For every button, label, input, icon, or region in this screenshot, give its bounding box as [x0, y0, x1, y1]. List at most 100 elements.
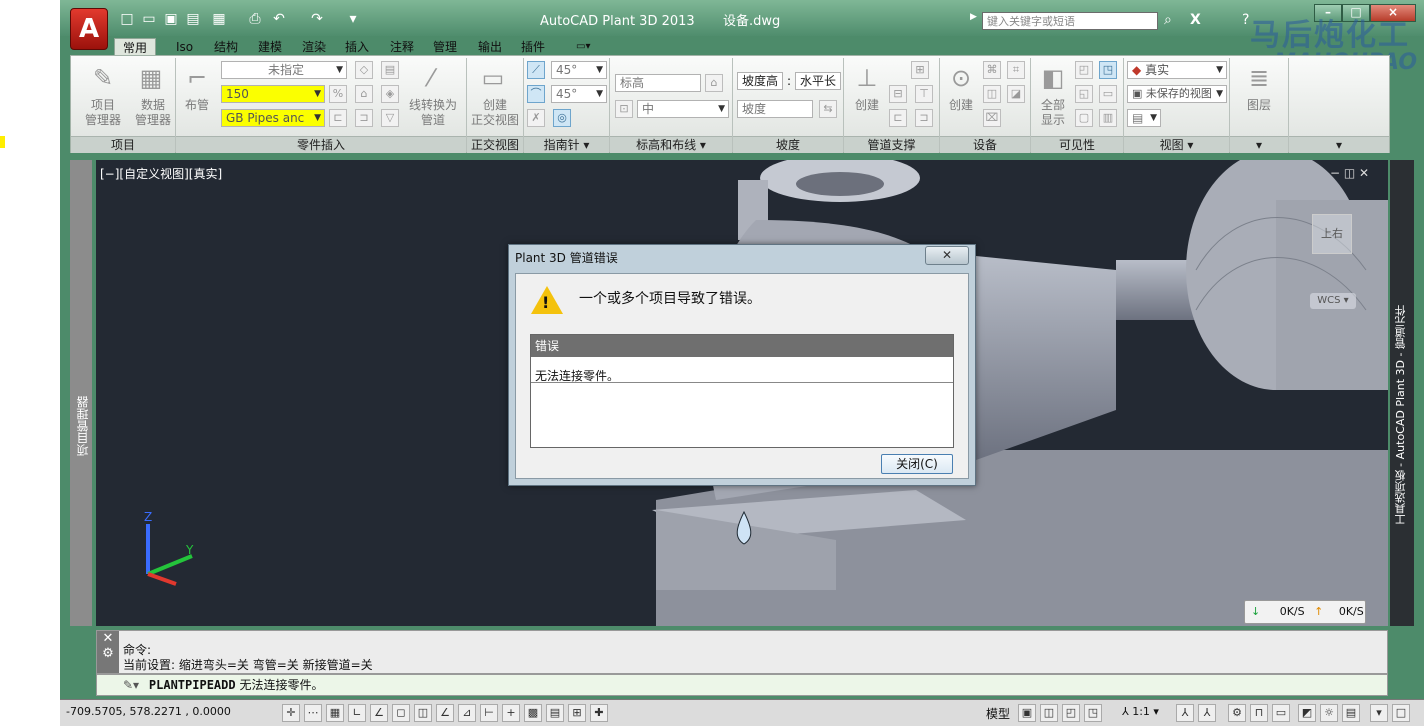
model-space-label[interactable]: 模型 [986, 705, 1010, 722]
saved-view-dropdown[interactable]: ▣ 未保存的视图 ▼ [1127, 85, 1227, 103]
viewport-label[interactable]: [−][自定义视图][真实] [100, 165, 222, 182]
support-icon-2[interactable]: ⊟ [889, 85, 907, 103]
annotation-scale[interactable]: ⅄ 1:1 ▾ [1122, 705, 1159, 718]
data-manager-button[interactable]: 数据 管理器 [127, 98, 179, 128]
visibility-icon-2[interactable]: ◳ [1099, 61, 1117, 79]
elevation-input[interactable]: 标高 [615, 74, 701, 92]
equipment-icon[interactable]: ⊙ [945, 62, 977, 94]
part-icon-8[interactable]: ▽ [381, 109, 399, 127]
compass-icon[interactable]: ⟋ [527, 61, 545, 79]
visibility-icon-4[interactable]: ▭ [1099, 85, 1117, 103]
binoculars-icon[interactable]: ⌕ [1164, 12, 1172, 28]
visibility-icon-5[interactable]: ▢ [1075, 109, 1093, 127]
pipe-spec-dropdown[interactable]: GB Pipes anc ▼ [221, 109, 325, 127]
tab-structure[interactable]: 结构 [214, 38, 238, 56]
redo-icon[interactable]: ↷ [308, 10, 326, 28]
create-support-button[interactable]: 创建 [847, 98, 887, 113]
customize-qat-icon[interactable]: ▾ [344, 10, 362, 28]
pipe-support-icon[interactable]: ⊥ [851, 62, 883, 94]
save-as-icon[interactable]: ▤ [184, 10, 202, 28]
ortho-view-icon[interactable]: ▭ [477, 62, 509, 94]
visibility-icon-3[interactable]: ◱ [1075, 85, 1093, 103]
support-icon-1[interactable]: ⊞ [911, 61, 929, 79]
equipment-icon-5[interactable]: ⌧ [983, 109, 1001, 127]
panel-title-layers[interactable]: ▾ [1230, 136, 1288, 153]
project-manager-icon[interactable]: ✎ [87, 62, 119, 94]
viewport-controls[interactable]: − ◫ ✕ [1330, 166, 1369, 180]
command-input[interactable]: ✎▾ PLANTPIPEADD 无法连接零件。 [96, 674, 1388, 696]
create-equipment-button[interactable]: 创建 [941, 98, 981, 113]
tab-render[interactable]: 渲染 [302, 38, 326, 56]
route-pipe-icon[interactable]: ⌐ [181, 62, 213, 94]
wcs-menu[interactable]: WCS ▾ [1310, 293, 1356, 309]
create-ortho-button[interactable]: 创建 正交视图 [467, 98, 523, 128]
coordinates-readout[interactable]: -709.5705, 578.2271 , 0.0000 [66, 705, 231, 718]
viewcube[interactable]: 上右 [1312, 214, 1352, 254]
spec-dropdown[interactable]: 未指定 ▼ [221, 61, 347, 79]
annotation-visibility-icon[interactable]: ⅄ [1176, 704, 1194, 722]
status-tray-icon[interactable]: ▤ [1342, 704, 1360, 722]
slope-run-button[interactable]: 水平长 [795, 72, 841, 90]
layers-icon[interactable]: ≣ [1243, 62, 1275, 94]
equipment-icon-3[interactable]: ◫ [983, 85, 1001, 103]
compass-angle-1[interactable]: 45° ▼ [551, 61, 607, 79]
project-manager-button[interactable]: 项目 管理器 [77, 98, 129, 128]
print-icon[interactable]: ⎙ [246, 10, 264, 28]
route-pipe-button[interactable]: 布管 [179, 98, 215, 113]
show-all-icon[interactable]: ◧ [1037, 62, 1069, 94]
layout-icon-2[interactable]: ◫ [1040, 704, 1058, 722]
status-menu-icon[interactable]: ▾ [1370, 704, 1388, 722]
annotation-monitor-icon[interactable]: ✚ [590, 704, 608, 722]
justification-dropdown[interactable]: 中 ▼ [637, 100, 729, 118]
new-icon[interactable]: □ [118, 10, 136, 28]
support-icon-5[interactable]: ⊐ [915, 109, 933, 127]
panel-title-views[interactable]: 视图 ▾ [1124, 136, 1229, 153]
snap-icon[interactable]: ⋯ [304, 704, 322, 722]
grid-icon[interactable]: ▦ [326, 704, 344, 722]
search-input[interactable]: 键入关键字或短语 [982, 12, 1158, 30]
ortho-icon[interactable]: ∟ [348, 704, 366, 722]
support-icon-3[interactable]: ⊤ [915, 85, 933, 103]
layout-icon-1[interactable]: ▣ [1018, 704, 1036, 722]
osnap-icon[interactable]: ◻ [392, 704, 410, 722]
tab-output[interactable]: 输出 [478, 38, 502, 56]
line-to-pipe-button[interactable]: 线转换为 管道 [405, 98, 461, 128]
part-icon-1[interactable]: % [329, 85, 347, 103]
auto-scale-icon[interactable]: ⅄ [1198, 704, 1216, 722]
selection-cycling-icon[interactable]: ⊞ [568, 704, 586, 722]
plot-preview-icon[interactable]: ▦ [210, 10, 228, 28]
open-icon[interactable]: ▭ [140, 10, 158, 28]
dyn-icon[interactable]: ⊢ [480, 704, 498, 722]
line-to-pipe-icon[interactable]: ⁄ [415, 62, 447, 94]
lineweight-icon[interactable]: + [502, 704, 520, 722]
visibility-icon-1[interactable]: ◰ [1075, 61, 1093, 79]
isolate-icon[interactable]: ◩ [1298, 704, 1316, 722]
clean-screen-icon[interactable]: □ [1392, 704, 1410, 722]
equipment-icon-1[interactable]: ⌘ [983, 61, 1001, 79]
search-expand-icon[interactable]: ▶ [970, 12, 977, 22]
tab-insert[interactable]: 插入 [345, 38, 369, 56]
polar-icon[interactable]: ∠ [370, 704, 388, 722]
quick-properties-icon[interactable]: ▤ [546, 704, 564, 722]
slope-input[interactable]: 坡度 [737, 100, 813, 118]
close-button[interactable]: 关闭(C) [881, 454, 953, 474]
view-manager-dropdown[interactable]: ▤ ▼ [1127, 109, 1161, 127]
compass-angle-2[interactable]: 45° ▼ [551, 85, 607, 103]
slope-rise-button[interactable]: 坡度高 [737, 72, 783, 90]
part-icon-2[interactable]: ⊏ [329, 109, 347, 127]
error-table-row[interactable]: 无法连接零件。 [531, 357, 953, 383]
part-icon-5[interactable]: ⊐ [355, 109, 373, 127]
hardware-accel-icon[interactable]: ▭ [1272, 704, 1290, 722]
undo-icon[interactable]: ↶ [270, 10, 288, 28]
compass-angle-icon[interactable]: ⌒ [527, 85, 545, 103]
lock-icon[interactable]: ⊓ [1250, 704, 1268, 722]
tab-plugins[interactable]: 插件 [521, 38, 545, 56]
tab-iso[interactable]: Iso [176, 38, 193, 56]
show-all-button[interactable]: 全部 显示 [1033, 98, 1073, 128]
command-close-icon[interactable]: ✕ [97, 631, 119, 646]
save-icon[interactable]: ▣ [162, 10, 180, 28]
equipment-icon-2[interactable]: ⌗ [1007, 61, 1025, 79]
part-icon-6[interactable]: ▤ [381, 61, 399, 79]
tab-annotate[interactable]: 注释 [390, 38, 414, 56]
3d-osnap-icon[interactable]: ◫ [414, 704, 432, 722]
